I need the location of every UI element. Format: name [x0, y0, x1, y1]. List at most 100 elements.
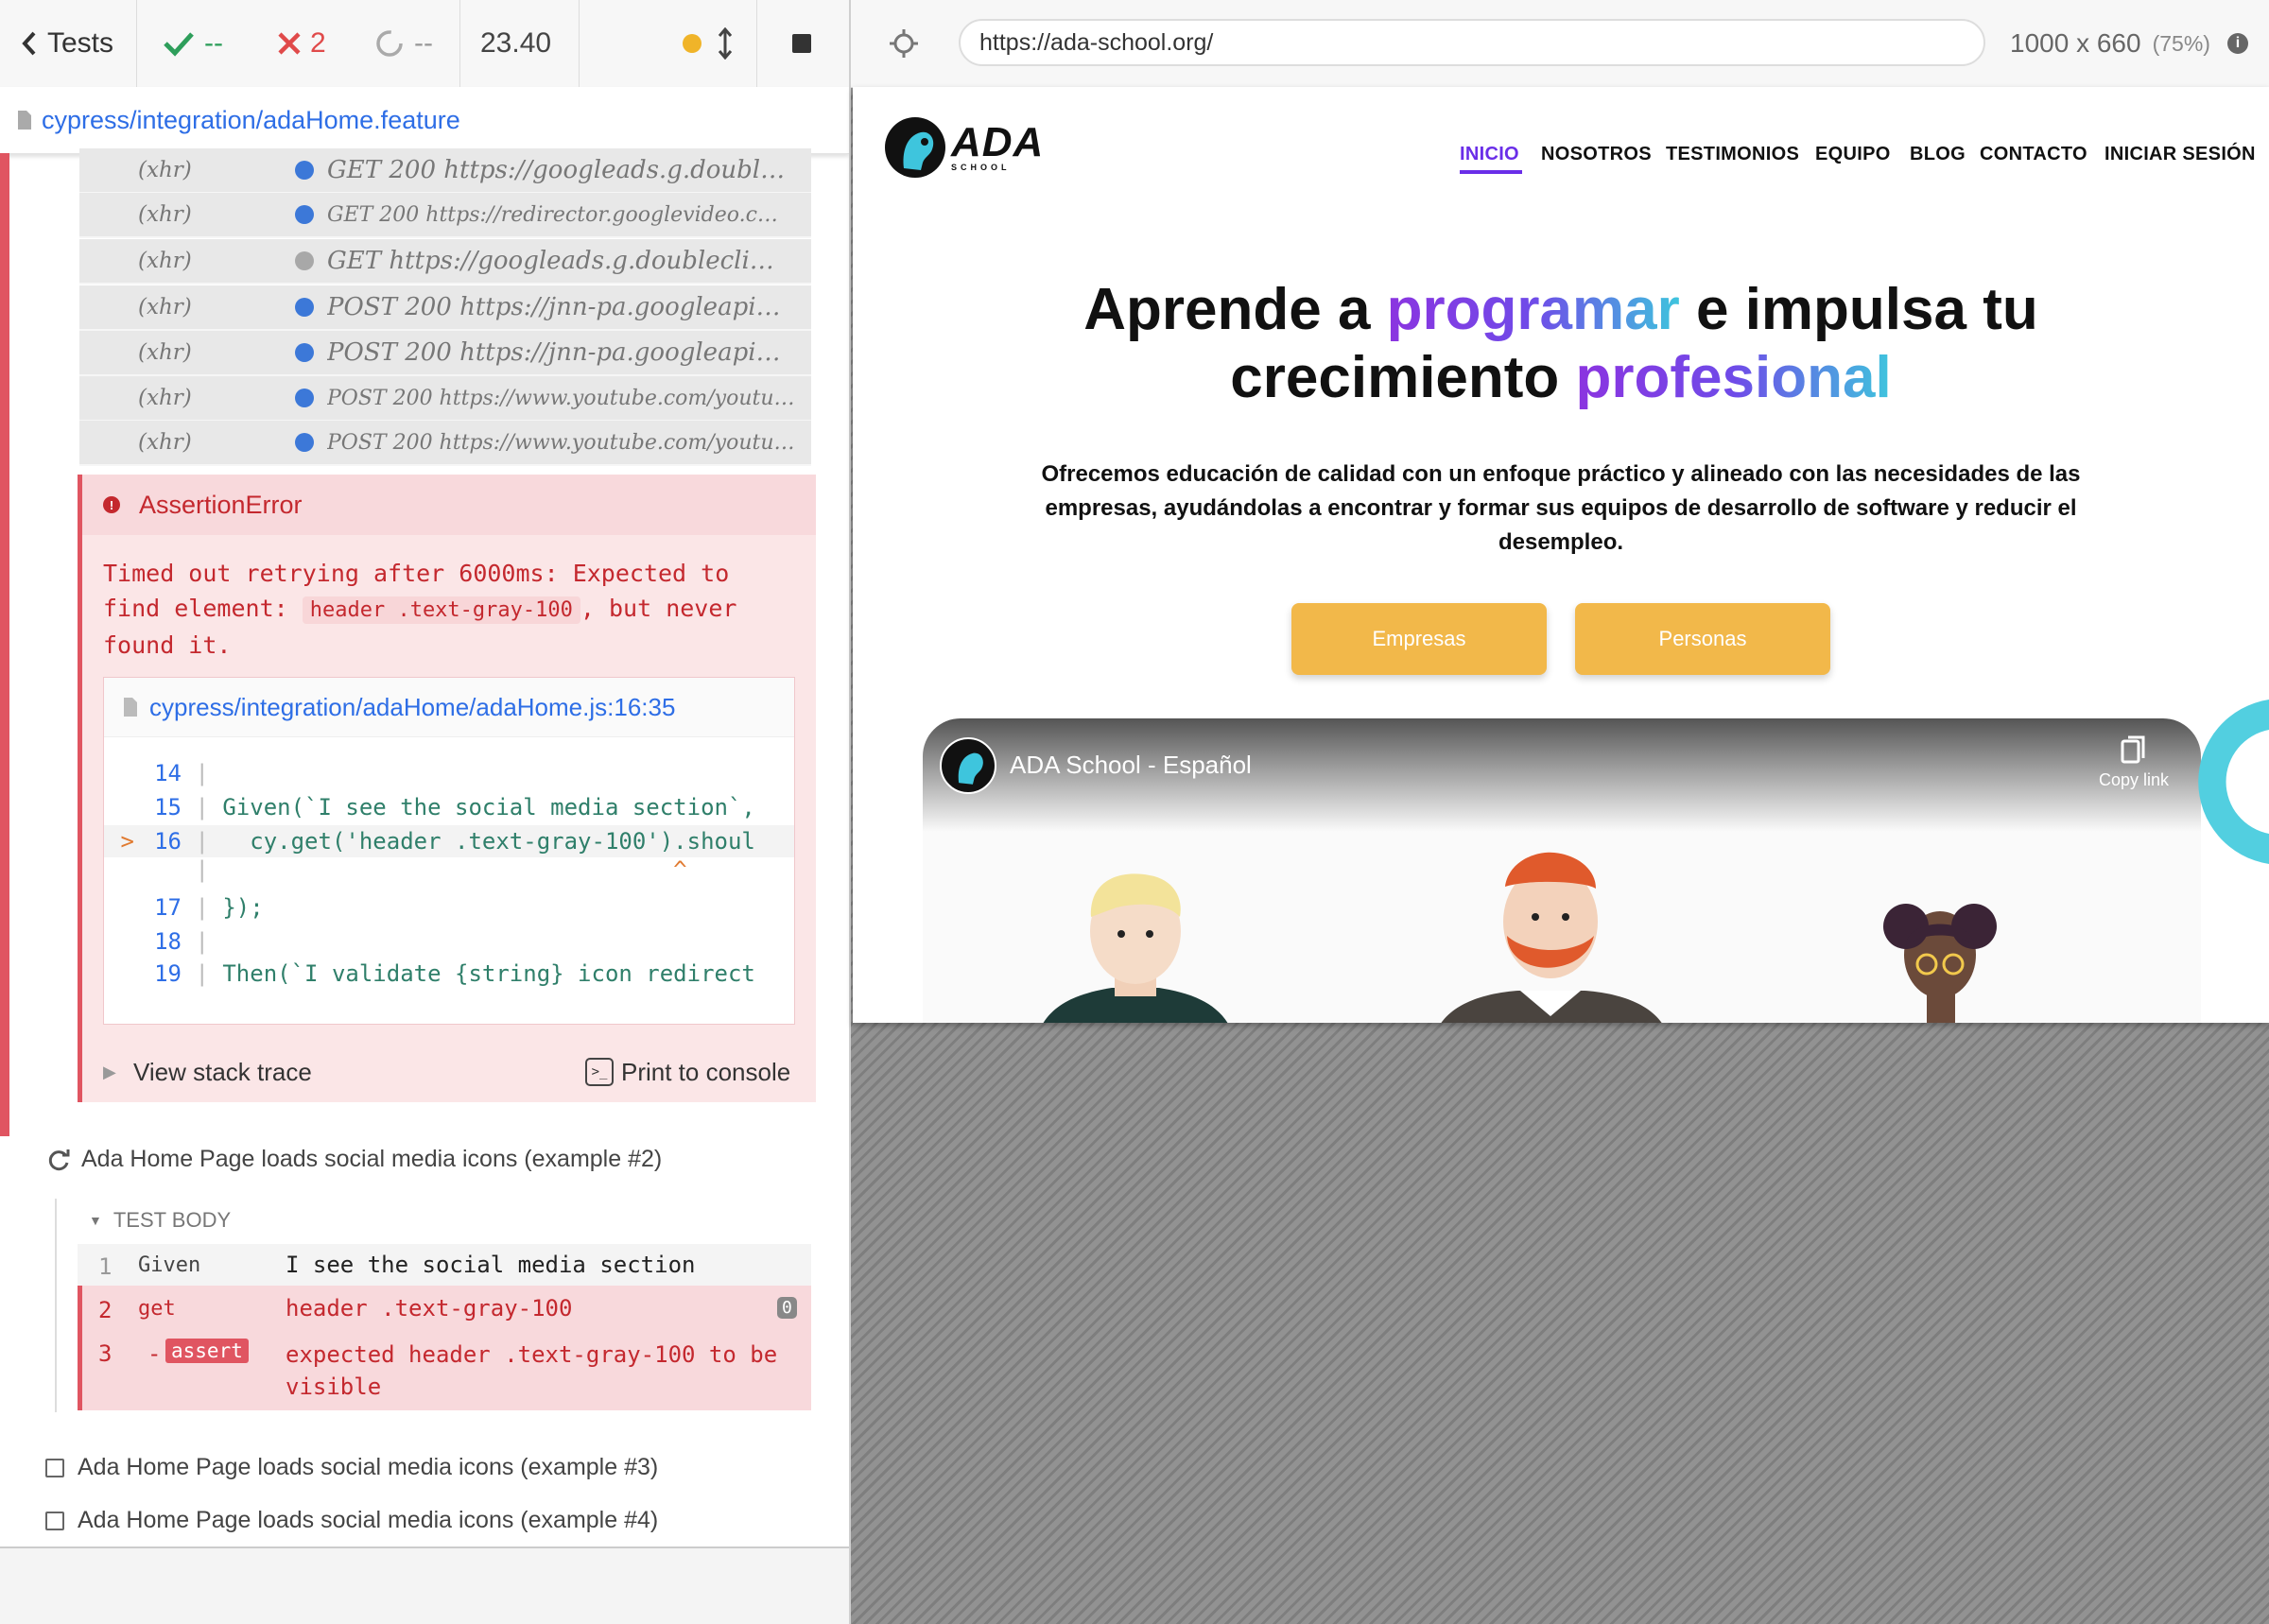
ada-logo-icon: [885, 117, 945, 178]
error-panel: ! AssertionError Timed out retrying afte…: [78, 475, 816, 1102]
video-title[interactable]: ADA School - Español: [1010, 751, 1252, 780]
vertical-arrows-icon: [718, 27, 733, 60]
failed-commands: 2 get header .text-gray-100 0 3 - assert…: [78, 1286, 811, 1410]
passed-count[interactable]: --: [163, 0, 223, 87]
decorative-arc-shape: [2198, 700, 2269, 864]
status-dot-icon: [295, 205, 314, 224]
status-dot-icon: [295, 343, 314, 362]
aut-panel: https://ada-school.org/ 1000 x 660 (75%)…: [851, 0, 2269, 1624]
check-icon: [164, 32, 194, 57]
pending-circle-icon: [376, 30, 403, 57]
caret-right-icon: ▶: [103, 1062, 116, 1081]
nav-equipo[interactable]: EQUIPO: [1815, 144, 1891, 165]
chevron-left-icon: [22, 31, 36, 56]
xhr-log-row[interactable]: (xhr) POST 200 https://jnn-pa.googleapi…: [79, 285, 811, 331]
view-stack-trace-button[interactable]: View stack trace: [133, 1058, 312, 1087]
nav-testimonios[interactable]: TESTIMONIOS: [1666, 144, 1799, 165]
code-line: 19 | Then(`I validate {string} icon redi…: [154, 960, 755, 987]
nav-blog[interactable]: BLOG: [1910, 144, 1966, 165]
test-body-toggle[interactable]: ▼ TEST BODY: [89, 1208, 231, 1233]
tests-back-button[interactable]: Tests: [21, 0, 113, 87]
checkbox-icon: [45, 1511, 64, 1530]
xhr-log-row[interactable]: (xhr) POST 200 https://www.youtube.com/yo…: [79, 421, 811, 466]
pending-count[interactable]: --: [374, 0, 433, 87]
running-indicator: [683, 0, 701, 87]
x-icon: [278, 32, 301, 55]
xhr-request: POST 200 https://jnn-pa.googleapi…: [327, 293, 781, 321]
code-line: >16 | cy.get('header .text-gray-100').sh…: [104, 825, 794, 857]
xhr-request: GET 200 https://googleads.g.doubl…: [327, 156, 786, 184]
error-name: AssertionError: [139, 490, 303, 519]
spec-file-bar: cypress/integration/adaHome.feature: [0, 87, 849, 154]
file-icon: [18, 111, 31, 130]
xhr-log-row[interactable]: (xhr) GET 200 https://googleads.g.doubl…: [79, 148, 811, 194]
hero-title-line-2: crecimiento profesional: [1230, 345, 1892, 410]
xhr-request: POST 200 https://jnn-pa.googleapi…: [327, 338, 781, 367]
nav-inicio[interactable]: INICIO: [1460, 144, 1519, 165]
video-thumbnail-illustration: [1043, 852, 1997, 1023]
xhr-kind: (xhr): [138, 430, 192, 455]
status-dot-icon: [295, 433, 314, 452]
url-bar[interactable]: https://ada-school.org/: [959, 19, 1985, 66]
nav-iniciar-sesion[interactable]: INICIAR SESIÓN: [2104, 144, 2256, 165]
error-icon: !: [103, 496, 120, 513]
xhr-kind: (xhr): [138, 202, 192, 227]
xhr-kind: (xhr): [138, 386, 192, 410]
info-icon[interactable]: i: [2226, 33, 2248, 54]
empresas-button[interactable]: Empresas: [1291, 603, 1547, 675]
xhr-log-row[interactable]: (xhr) GET https://googleads.g.doublecli…: [79, 239, 811, 285]
command-row[interactable]: 2 get header .text-gray-100 0: [82, 1286, 810, 1329]
error-message: Timed out retrying after 6000ms: Expecte…: [103, 560, 737, 659]
personas-button[interactable]: Personas: [1575, 603, 1830, 675]
stop-button[interactable]: [792, 0, 811, 87]
failed-count[interactable]: 2: [276, 0, 326, 87]
code-line: 17 | });: [154, 894, 264, 921]
ada-logo[interactable]: ADA SCHOOL: [883, 115, 1044, 180]
channel-avatar[interactable]: [940, 737, 996, 794]
duration: 23.40: [480, 27, 552, 59]
selector-playground-icon[interactable]: [889, 28, 919, 59]
test-pending-title[interactable]: Ada Home Page loads social media icons (…: [45, 1507, 658, 1534]
video-embed[interactable]: ADA School - Español Copy link: [923, 718, 2201, 1023]
code-line: 18 |: [154, 928, 223, 955]
terminal-icon: >_: [585, 1058, 614, 1086]
command-row[interactable]: 3 - assert expected header .text-gray-10…: [82, 1329, 810, 1408]
xhr-kind: (xhr): [138, 295, 192, 320]
status-dot-icon: [295, 298, 314, 317]
xhr-log-row[interactable]: (xhr) POST 200 https://www.youtube.com/yo…: [79, 376, 811, 422]
code-line: 14 |: [154, 760, 223, 786]
nav-active-underline: [1460, 170, 1522, 174]
file-icon: [124, 698, 137, 717]
xhr-request: GET https://googleads.g.doublecli…: [327, 247, 774, 275]
tests-label: Tests: [47, 27, 114, 59]
spec-path-link[interactable]: cypress/integration/adaHome.feature: [42, 106, 460, 135]
print-to-console-button[interactable]: >_ Print to console: [585, 1058, 790, 1087]
xhr-log-row[interactable]: (xhr) GET 200 https://redirector.googlevi…: [79, 193, 811, 238]
element-count-badge: 0: [777, 1297, 797, 1319]
xhr-log-row[interactable]: (xhr) POST 200 https://jnn-pa.googleapi…: [79, 331, 811, 376]
nav-nosotros[interactable]: NOSOTROS: [1541, 144, 1652, 165]
status-dot-icon: [295, 161, 314, 180]
error-selector: header .text-gray-100: [302, 596, 580, 624]
code-file-link[interactable]: cypress/integration/adaHome/adaHome.js:1…: [149, 693, 675, 722]
status-dot-icon: [295, 251, 314, 270]
stop-icon: [792, 34, 811, 53]
xhr-kind: (xhr): [138, 249, 192, 273]
code-line: | ^: [182, 856, 687, 883]
viewport-info: 1000 x 660 (75%) i: [2010, 0, 2248, 87]
xhr-request: POST 200 https://www.youtube.com/youtube…: [327, 430, 805, 455]
nav-contacto[interactable]: CONTACTO: [1980, 144, 2087, 165]
xhr-kind: (xhr): [138, 340, 192, 365]
ada-logo-icon: [958, 752, 983, 785]
code-line: 15 | Given(`I see the social media secti…: [154, 794, 755, 821]
test-pending-title[interactable]: Ada Home Page loads social media icons (…: [45, 1454, 658, 1481]
retry-icon: [48, 1149, 70, 1170]
running-dot-icon: [683, 34, 701, 53]
caret-down-icon: ▼: [89, 1213, 102, 1228]
command-row[interactable]: 1 Given I see the social media section: [78, 1244, 811, 1286]
hero-title-line-1: Aprende a programar e impulsa tu: [1083, 277, 2038, 342]
failed-test-indicator: [0, 153, 9, 1136]
copy-link-button[interactable]: Copy link: [2091, 734, 2176, 790]
auto-scroll-toggle[interactable]: [717, 0, 734, 87]
test-retrying-title[interactable]: Ada Home Page loads social media icons (…: [45, 1146, 662, 1173]
